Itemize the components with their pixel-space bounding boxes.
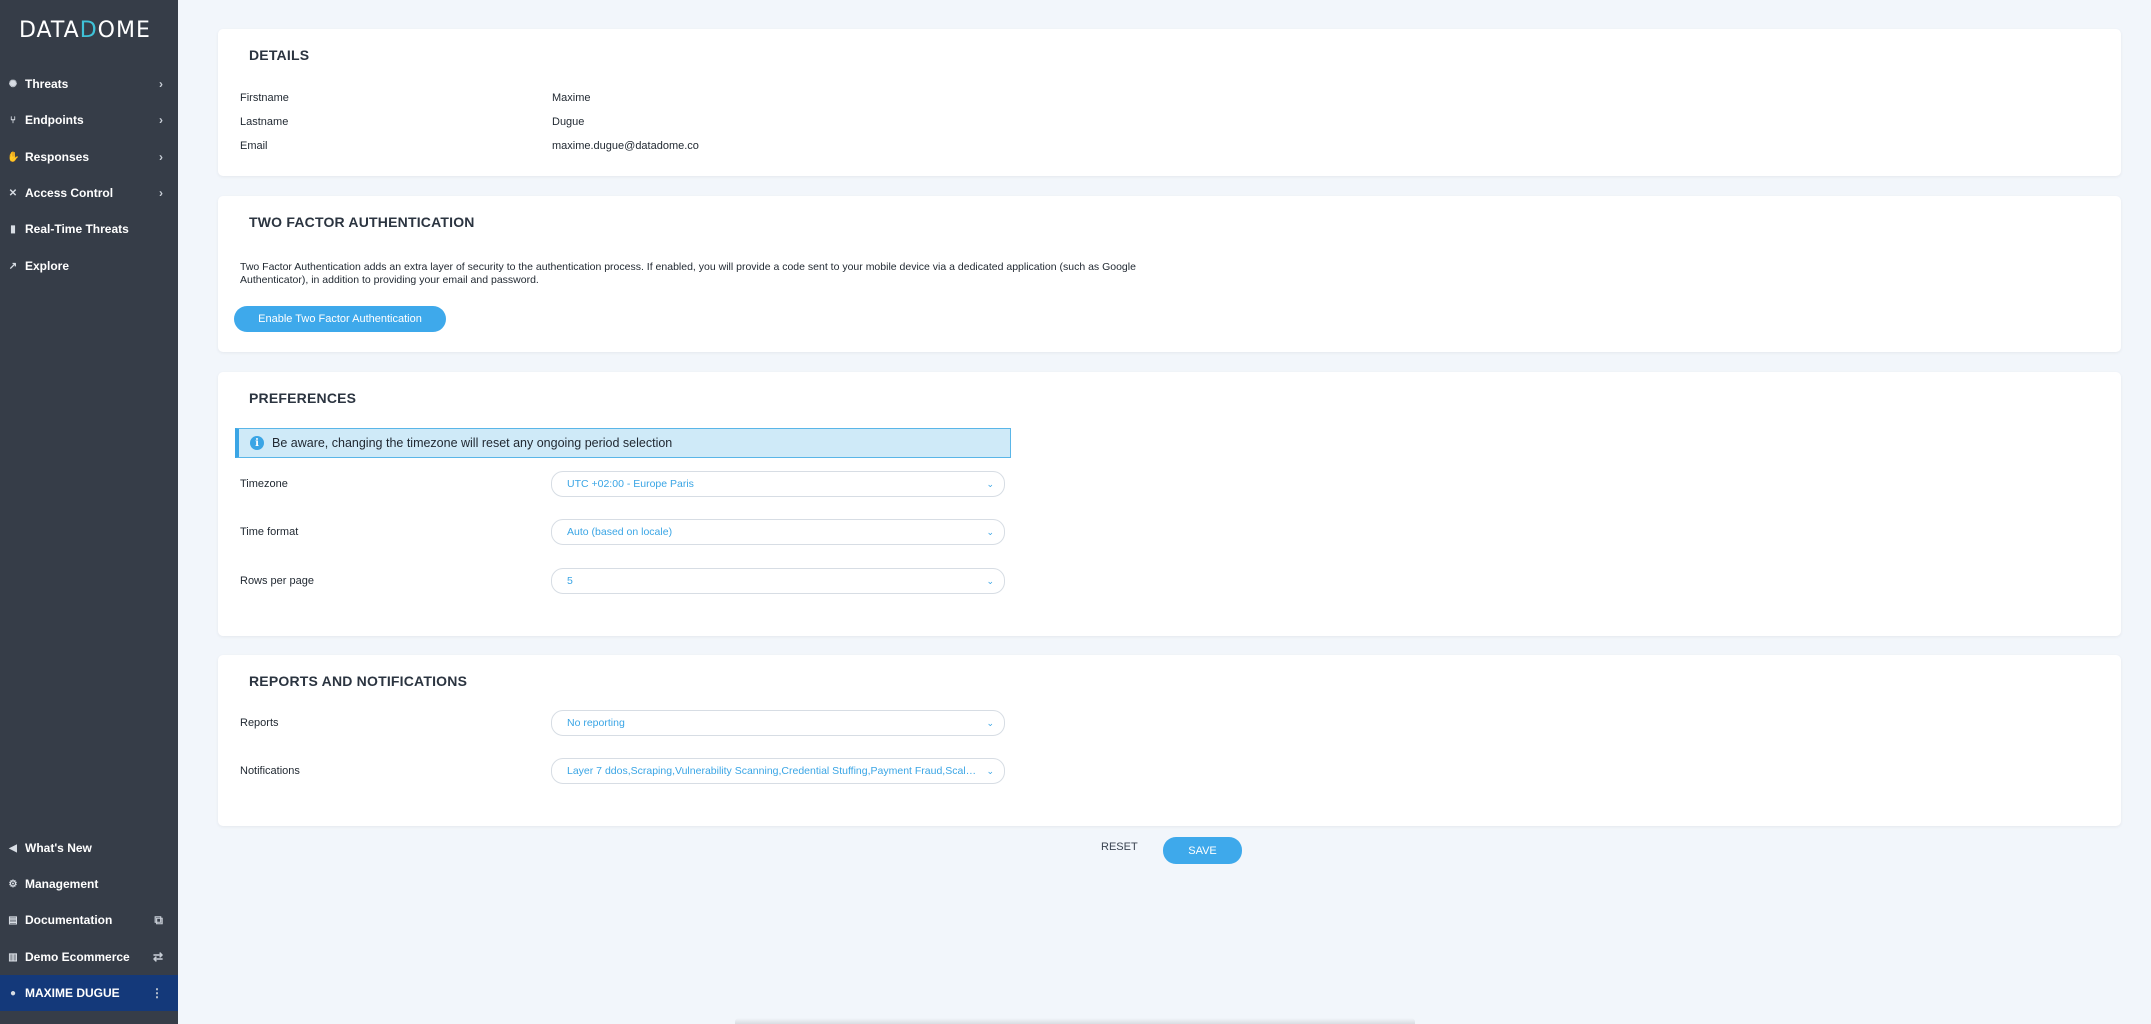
lastname-value: Dugue xyxy=(552,116,585,128)
details-title: DETAILS xyxy=(249,47,310,63)
sidebar-item-label: Responses xyxy=(25,150,90,164)
rows-per-page-label: Rows per page xyxy=(240,575,314,587)
sidebar-item-endpoints[interactable]: ⑂ Endpoints › xyxy=(0,105,178,135)
sidebar-item-documentation[interactable]: ▤ Documentation ⧉ xyxy=(0,905,178,935)
sidebar-item-whats-new[interactable]: ◀ What's New xyxy=(0,833,178,863)
chevron-down-icon: ⌄ xyxy=(986,526,994,537)
sidebar-item-responses[interactable]: ✋ Responses › xyxy=(0,142,178,172)
email-value: maxime.dugue@datadome.co xyxy=(552,140,699,152)
lastname-label: Lastname xyxy=(240,116,289,128)
two-factor-title: TWO FACTOR AUTHENTICATION xyxy=(249,214,475,230)
timezone-select[interactable]: UTC +02:00 - Europe Paris ⌄ xyxy=(551,471,1005,497)
branch-icon: ⑂ xyxy=(10,114,16,126)
preferences-card: PREFERENCES i Be aware, changing the tim… xyxy=(218,372,2121,636)
logo-text-left: DATA xyxy=(19,18,80,43)
chevron-down-icon: ⌄ xyxy=(986,717,994,728)
email-label: Email xyxy=(240,140,268,152)
sidebar-item-label: Access Control xyxy=(25,186,114,200)
sidebar-item-label: Demo Ecommerce xyxy=(25,950,130,964)
chart-icon: ↗ xyxy=(8,260,18,272)
reports-label: Reports xyxy=(240,717,279,729)
enable-two-factor-button[interactable]: Enable Two Factor Authentication xyxy=(234,306,446,332)
chevron-down-icon: ⌄ xyxy=(986,575,994,586)
reports-title: REPORTS AND NOTIFICATIONS xyxy=(249,673,468,689)
timezone-alert: i Be aware, changing the timezone will r… xyxy=(235,428,1011,458)
sidebar-item-label: Documentation xyxy=(25,913,113,927)
book-icon: ▮ xyxy=(10,223,16,235)
megaphone-icon: ◀ xyxy=(9,842,17,854)
logo-mark: D xyxy=(79,18,98,43)
notifications-select[interactable]: Layer 7 ddos,Scraping,Vulnerability Scan… xyxy=(551,758,1005,784)
gear-icon: ⚙ xyxy=(8,878,18,890)
sidebar-item-label: Management xyxy=(25,877,99,891)
timezone-value: UTC +02:00 - Europe Paris xyxy=(567,478,694,490)
sidebar-item-real-time-threats[interactable]: ▮ Real-Time Threats xyxy=(0,214,178,244)
alert-text: Be aware, changing the timezone will res… xyxy=(272,436,673,450)
logo-text-right: OME xyxy=(97,18,151,43)
switch-icon: ⇄ xyxy=(152,950,163,964)
chevron-right-icon: › xyxy=(159,77,163,91)
sidebar: DATADOME ✺ Threats › ⑂ Endpoints › ✋ Res… xyxy=(0,0,178,1024)
reports-select[interactable]: No reporting ⌄ xyxy=(551,710,1005,736)
building-icon: ▥ xyxy=(8,951,18,963)
bottom-shadow xyxy=(735,1018,1415,1024)
time-format-select[interactable]: Auto (based on locale) ⌄ xyxy=(551,519,1005,545)
sidebar-item-label: Endpoints xyxy=(25,113,84,127)
reports-value: No reporting xyxy=(567,717,625,729)
tools-icon: ✕ xyxy=(8,187,18,199)
chevron-right-icon: › xyxy=(159,150,163,164)
save-button[interactable]: SAVE xyxy=(1163,837,1242,864)
sidebar-item-management[interactable]: ⚙ Management xyxy=(0,869,178,899)
chevron-right-icon: › xyxy=(159,113,163,127)
info-icon: i xyxy=(250,436,264,450)
firstname-value: Maxime xyxy=(552,92,591,104)
rows-per-page-value: 5 xyxy=(567,575,573,587)
hand-icon: ✋ xyxy=(7,151,20,163)
sidebar-item-label: Explore xyxy=(25,259,70,273)
two-factor-card: TWO FACTOR AUTHENTICATION Two Factor Aut… xyxy=(218,196,2121,352)
preferences-title: PREFERENCES xyxy=(249,390,357,406)
sidebar-item-explore[interactable]: ↗ Explore xyxy=(0,251,178,281)
sidebar-item-label: What's New xyxy=(25,841,92,855)
reports-card: REPORTS AND NOTIFICATIONS Reports No rep… xyxy=(218,655,2121,826)
sidebar-item-label: Real-Time Threats xyxy=(25,222,129,236)
notifications-label: Notifications xyxy=(240,765,300,777)
time-format-label: Time format xyxy=(240,526,299,538)
user-name: MAXIME DUGUE xyxy=(25,986,120,1000)
target-icon: ✺ xyxy=(8,78,18,90)
kebab-menu-icon[interactable]: ⋮ xyxy=(151,986,163,1000)
time-format-value: Auto (based on locale) xyxy=(567,526,673,538)
notifications-value: Layer 7 ddos,Scraping,Vulnerability Scan… xyxy=(567,765,977,777)
chevron-right-icon: › xyxy=(159,186,163,200)
two-factor-description: Two Factor Authentication adds an extra … xyxy=(240,261,1136,286)
document-icon: ▤ xyxy=(8,914,18,926)
rows-per-page-select[interactable]: 5 ⌄ xyxy=(551,568,1005,594)
sidebar-item-label: Threats xyxy=(25,77,69,91)
reset-button[interactable]: RESET xyxy=(1101,841,1138,853)
sidebar-item-demo-ecommerce[interactable]: ▥ Demo Ecommerce ⇄ xyxy=(0,942,178,972)
datadome-logo[interactable]: DATADOME xyxy=(19,18,151,43)
external-link-icon: ⧉ xyxy=(154,912,163,927)
sidebar-user-menu[interactable]: ● MAXIME DUGUE ⋮ xyxy=(0,975,178,1011)
details-card: DETAILS Firstname Maxime Lastname Dugue … xyxy=(218,29,2121,176)
chevron-down-icon: ⌄ xyxy=(986,478,994,489)
sidebar-item-access-control[interactable]: ✕ Access Control › xyxy=(0,178,178,208)
person-icon: ● xyxy=(9,987,17,999)
chevron-down-icon: ⌄ xyxy=(986,765,994,776)
sidebar-item-threats[interactable]: ✺ Threats › xyxy=(0,69,178,99)
timezone-label: Timezone xyxy=(240,478,288,490)
firstname-label: Firstname xyxy=(240,92,289,104)
